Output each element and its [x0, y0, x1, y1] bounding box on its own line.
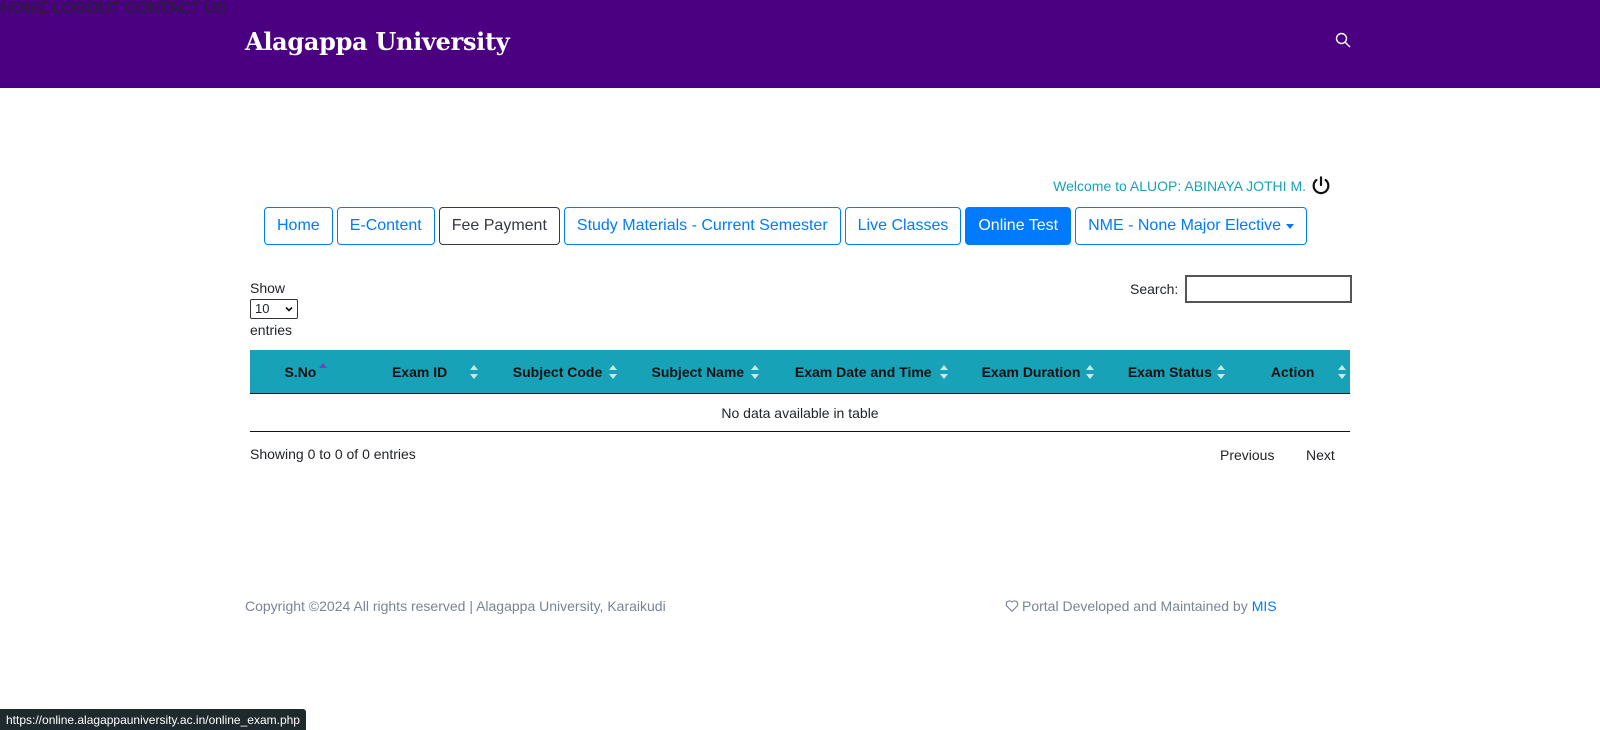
page-length-value: 10: [255, 301, 270, 316]
brand-logo[interactable]: Alagappa University: [245, 27, 510, 56]
previous-button[interactable]: Previous: [1220, 447, 1274, 463]
show-label: Show: [250, 280, 286, 296]
sort-icon: [470, 365, 479, 379]
mis-link[interactable]: MIS: [1252, 598, 1277, 614]
developed-by-text: Portal Developed and Maintained by: [1022, 598, 1248, 614]
column-header[interactable]: Subject Name: [627, 350, 769, 394]
column-header[interactable]: Exam Duration: [958, 350, 1105, 394]
footer-copyright: Copyright ©2024 All rights reserved | Al…: [245, 598, 666, 614]
sort-icon: [1217, 365, 1226, 379]
column-header[interactable]: Subject Code: [488, 350, 626, 394]
search-icon[interactable]: [1335, 32, 1351, 48]
next-button[interactable]: Next: [1306, 447, 1335, 463]
caret-down-icon: [1286, 223, 1295, 229]
chevron-down-icon: [285, 306, 293, 312]
nav-home-link[interactable]: HOME: [0, 0, 48, 17]
portal-tabs: Home E-Content Fee Payment Study Materia…: [264, 207, 1311, 245]
power-icon[interactable]: [1310, 175, 1332, 197]
nav-logout-link[interactable]: LOGOUT: [52, 0, 119, 17]
column-header[interactable]: S.No: [250, 350, 351, 394]
column-header[interactable]: Exam ID: [351, 350, 489, 394]
exam-table: S.No Exam ID Subject Code Subject Name E…: [250, 350, 1350, 432]
search-label: Search:: [1130, 281, 1179, 297]
sort-asc-icon: [318, 363, 327, 368]
table-empty-row: No data available in table: [250, 394, 1350, 432]
tab-nme-label: NME - None Major Elective: [1088, 217, 1282, 234]
page-length-control: Show 10 entries: [250, 277, 298, 341]
sort-icon: [1086, 365, 1095, 379]
search-input[interactable]: [1185, 275, 1353, 303]
heart-icon: [1005, 600, 1019, 612]
sort-icon: [608, 365, 617, 379]
entries-label: entries: [250, 322, 293, 338]
top-header: Alagappa University HOME LOGOUT CONTACT …: [0, 0, 1600, 88]
tab-nme-dropdown[interactable]: NME - None Major Elective: [1075, 207, 1308, 245]
sort-icon: [1337, 365, 1346, 379]
tab-home[interactable]: Home: [264, 207, 333, 245]
sort-icon: [750, 365, 759, 379]
welcome-message: Welcome to ALUOP: ABINAYA JOTHI M.: [1053, 175, 1332, 197]
footer-credit: Portal Developed and Maintained by MIS: [1005, 598, 1277, 614]
tab-e-content[interactable]: E-Content: [336, 207, 435, 245]
column-header[interactable]: Exam Date and Time: [769, 350, 958, 394]
empty-message: No data available in table: [721, 404, 879, 421]
browser-status-url: https://online.alagappauniversity.ac.in/…: [0, 709, 306, 730]
table-info: Showing 0 to 0 of 0 entries: [250, 446, 416, 462]
tab-online-test[interactable]: Online Test: [965, 207, 1072, 245]
column-header[interactable]: Action: [1235, 350, 1350, 394]
page-length-select[interactable]: 10: [250, 299, 298, 319]
nav-contact-us-link[interactable]: CONTACT US: [124, 0, 227, 17]
table-search: Search:: [1130, 275, 1353, 303]
tab-fee-payment[interactable]: Fee Payment: [438, 207, 560, 245]
tab-live-classes[interactable]: Live Classes: [844, 207, 962, 245]
tab-study-materials[interactable]: Study Materials - Current Semester: [563, 207, 841, 245]
welcome-text: Welcome to ALUOP: ABINAYA JOTHI M.: [1053, 178, 1306, 194]
table-header: S.No Exam ID Subject Code Subject Name E…: [250, 350, 1350, 394]
sort-icon: [939, 365, 948, 379]
column-header[interactable]: Exam Status: [1104, 350, 1235, 394]
